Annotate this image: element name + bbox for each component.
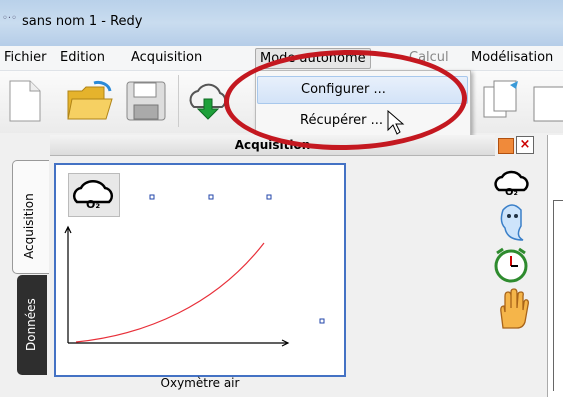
o2-sensor-icon-text: O₂ <box>505 187 518 198</box>
hand-icon[interactable] <box>495 288 529 330</box>
tab-acquisition[interactable]: Acquisition <box>12 160 49 274</box>
handle-dot[interactable] <box>319 318 325 324</box>
new-document-icon[interactable] <box>6 79 42 123</box>
paste-icon[interactable] <box>528 79 563 123</box>
o2-sensor-icon[interactable]: O₂ <box>493 166 529 202</box>
tab-acquisition-label: Acquisition <box>22 193 36 259</box>
menu-modelisation[interactable]: Modélisation <box>471 50 553 65</box>
copy-icon[interactable] <box>480 79 524 123</box>
handle-dot[interactable] <box>149 194 155 200</box>
sensor-graph <box>64 194 325 347</box>
acquisition-panel: Acquisition × O₂ <box>50 135 547 397</box>
app-icon: ◦·◦ <box>2 13 17 24</box>
right-pane-axis <box>553 200 563 391</box>
panel-minimize-button[interactable] <box>498 138 514 154</box>
side-tabs: Acquisition Données <box>0 140 50 397</box>
sensor-name: Oxymètre air <box>160 376 240 390</box>
toolbar-separator <box>178 75 179 127</box>
menu-acquisition[interactable]: Acquisition <box>131 50 202 65</box>
response-curve <box>75 242 265 343</box>
menu-edition[interactable]: Edition <box>60 50 105 65</box>
clock-icon[interactable] <box>493 246 529 284</box>
handle-dot[interactable] <box>208 194 214 200</box>
title-bar: ◦·◦ sans nom 1 - Redy <box>0 0 563 46</box>
save-icon[interactable] <box>124 79 168 123</box>
tab-donnees[interactable]: Données <box>17 275 47 375</box>
handle-dot[interactable] <box>266 194 272 200</box>
tab-donnees-label: Données <box>24 298 38 351</box>
right-pane <box>547 135 563 397</box>
sensor-card[interactable]: O₂ <box>54 163 346 377</box>
menu-fichier[interactable]: Fichier <box>4 50 47 65</box>
panel-close-button[interactable]: × <box>516 136 534 154</box>
right-tool-icons: O₂ <box>489 160 534 360</box>
open-folder-icon[interactable] <box>64 79 116 123</box>
ghost-icon[interactable] <box>495 202 529 242</box>
window-title: sans nom 1 - Redy <box>22 14 143 29</box>
